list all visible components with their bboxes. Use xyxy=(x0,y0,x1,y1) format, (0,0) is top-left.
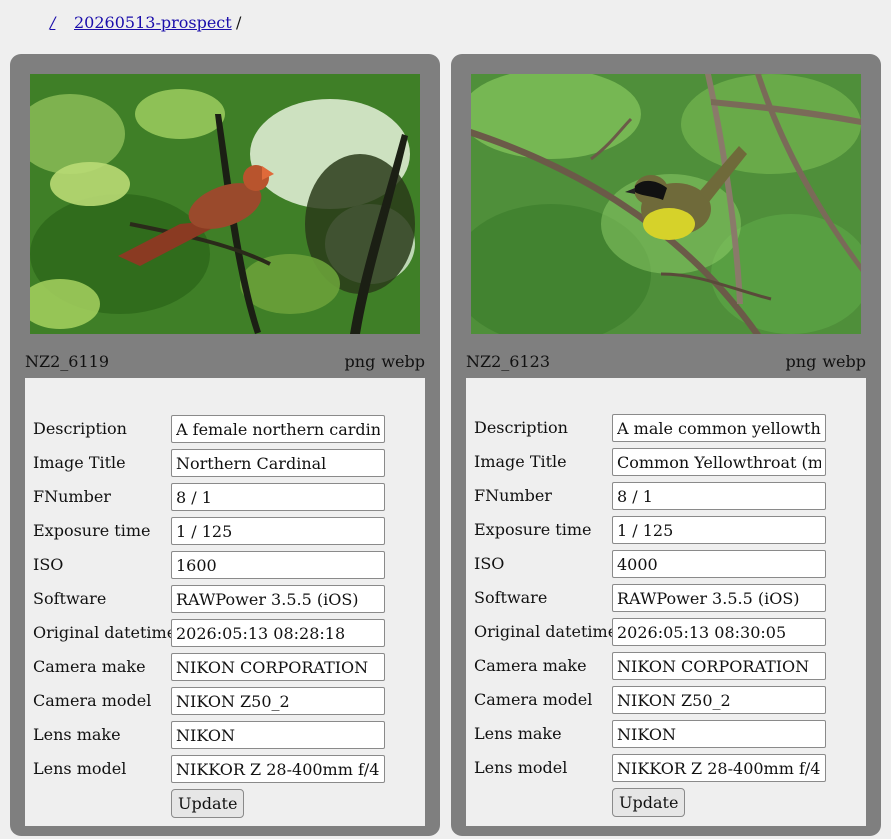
field-label: FNumber xyxy=(33,487,111,506)
format-png-link[interactable]: png xyxy=(345,352,376,371)
field-label: Image Title xyxy=(474,452,567,471)
camera-make-input[interactable] xyxy=(612,652,826,680)
field-label: Original datetime xyxy=(33,623,177,642)
lens-make-input[interactable] xyxy=(171,721,385,749)
camera-make-input[interactable] xyxy=(171,653,385,681)
field-label: Original datetime xyxy=(474,622,618,641)
software-input[interactable] xyxy=(171,585,385,613)
original-datetime-input[interactable] xyxy=(612,618,826,646)
cardinal-photo xyxy=(30,74,420,334)
fnumber-input[interactable] xyxy=(171,483,385,511)
lens-model-input[interactable] xyxy=(612,754,826,782)
image-name: NZ2_6123 xyxy=(466,352,551,371)
field-label: Camera model xyxy=(474,690,593,709)
field-label: Camera make xyxy=(33,657,146,676)
field-label: Camera make xyxy=(474,656,587,675)
field-label: Lens make xyxy=(33,725,121,744)
image-title-input[interactable] xyxy=(171,449,385,477)
exposure-time-input[interactable] xyxy=(612,516,826,544)
format-webp-link[interactable]: webp xyxy=(381,352,425,371)
image-card: NZ2_6119 pngwebp Description Image Title… xyxy=(10,54,440,836)
field-label: Software xyxy=(474,588,548,607)
breadcrumb-folder-link[interactable]: 20260513-prospect xyxy=(74,13,232,32)
format-links: png webp xyxy=(345,352,425,371)
field-label: Description xyxy=(474,418,568,437)
photo-thumbnail[interactable] xyxy=(471,74,861,334)
iso-input[interactable] xyxy=(612,550,826,578)
field-label: ISO xyxy=(33,555,64,574)
field-label: Software xyxy=(33,589,107,608)
original-datetime-input[interactable] xyxy=(171,619,385,647)
lens-model-input[interactable] xyxy=(171,755,385,783)
camera-model-input[interactable] xyxy=(171,687,385,715)
image-title-input[interactable] xyxy=(612,448,826,476)
metadata-form: Description Image Title FNumber Exposure… xyxy=(466,378,866,826)
lens-make-input[interactable] xyxy=(612,720,826,748)
metadata-form: Description Image Title FNumber Exposure… xyxy=(25,378,425,826)
photo-thumbnail[interactable] xyxy=(30,74,420,334)
field-label: Lens model xyxy=(474,758,568,777)
software-input[interactable] xyxy=(612,584,826,612)
image-name: NZ2_6119 xyxy=(25,352,110,371)
field-label: Lens model xyxy=(33,759,127,778)
description-input[interactable] xyxy=(171,415,385,443)
breadcrumb-root-link[interactable]: / xyxy=(50,13,55,32)
field-label: Description xyxy=(33,419,127,438)
iso-input[interactable] xyxy=(171,551,385,579)
format-png-link[interactable]: png xyxy=(786,352,817,371)
update-button[interactable]: Update xyxy=(171,789,245,818)
description-input[interactable] xyxy=(612,414,826,442)
breadcrumb-separator: / xyxy=(236,13,242,32)
field-label: Exposure time xyxy=(474,520,592,539)
field-label: FNumber xyxy=(474,486,552,505)
image-card: NZ2_6123 pngwebp Description Image Title… xyxy=(451,54,881,836)
field-label: Exposure time xyxy=(33,521,151,540)
exposure-time-input[interactable] xyxy=(171,517,385,545)
format-links: png webp xyxy=(786,352,866,371)
camera-model-input[interactable] xyxy=(612,686,826,714)
format-webp-link[interactable]: webp xyxy=(822,352,866,371)
field-label: Lens make xyxy=(474,724,562,743)
field-label: Image Title xyxy=(33,453,126,472)
update-button[interactable]: Update xyxy=(612,788,686,817)
fnumber-input[interactable] xyxy=(612,482,826,510)
field-label: Camera model xyxy=(33,691,152,710)
yellowthroat-photo xyxy=(471,74,861,334)
field-label: ISO xyxy=(474,554,505,573)
